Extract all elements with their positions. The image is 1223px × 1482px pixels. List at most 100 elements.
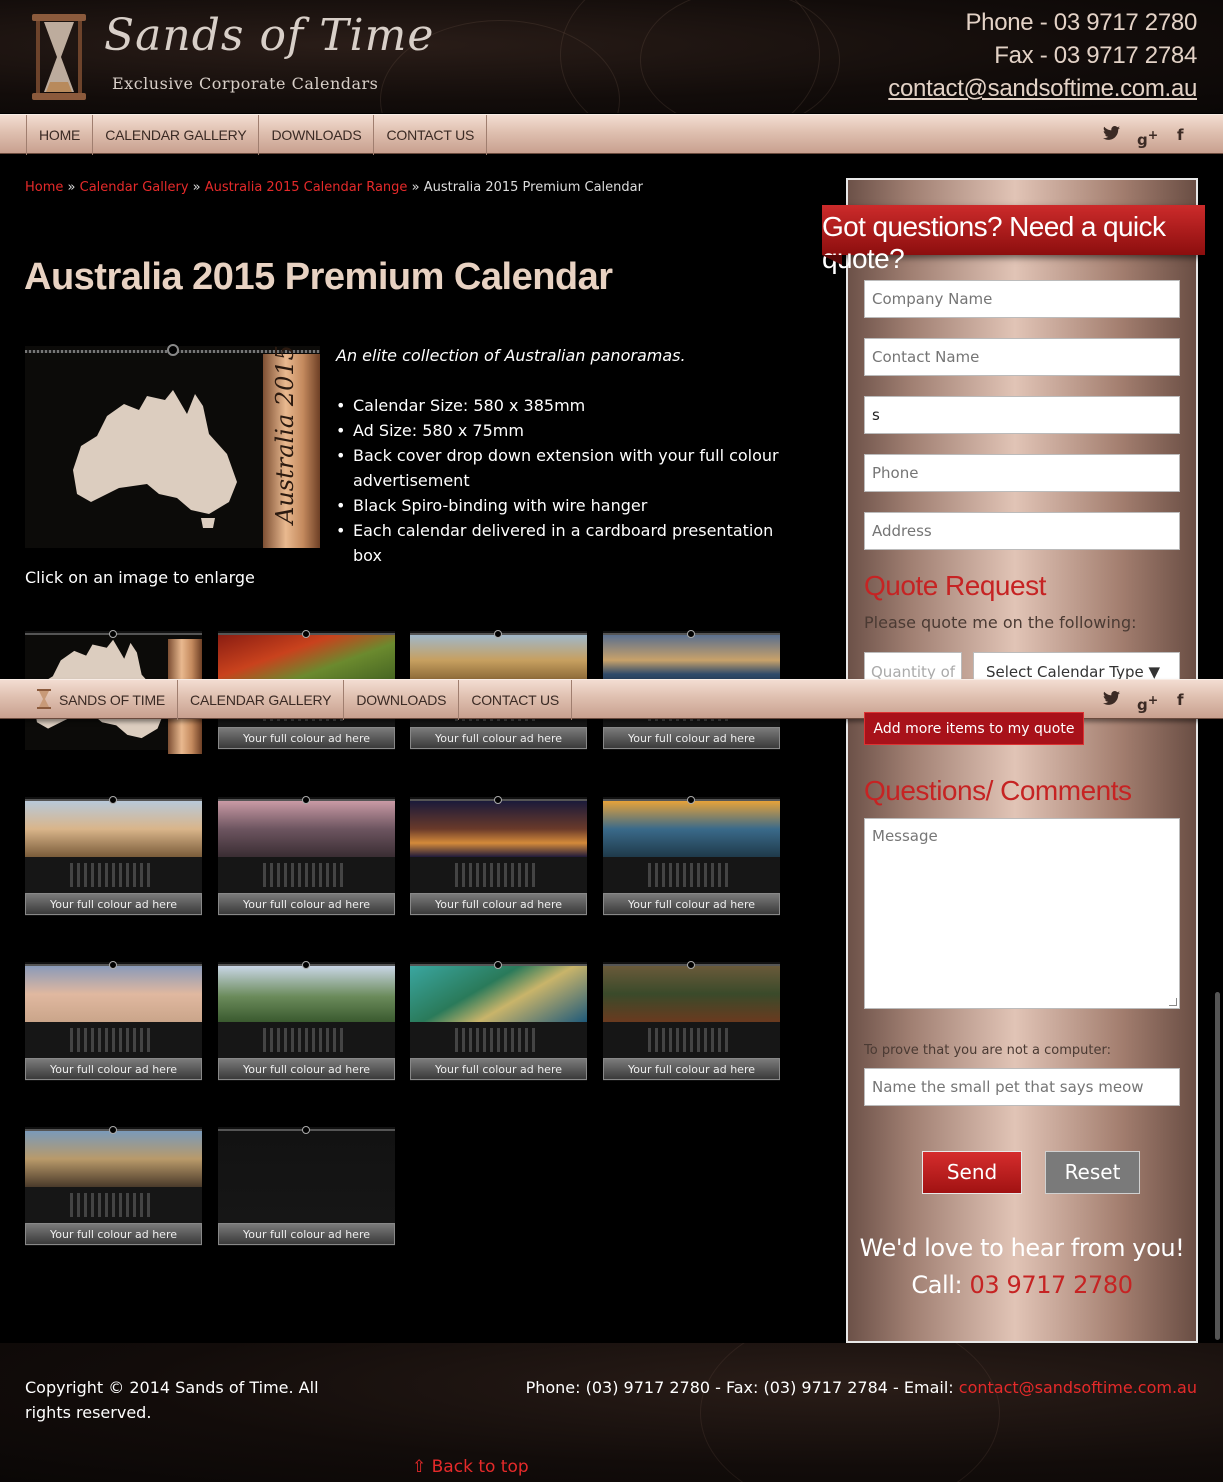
breadcrumb: Home » Calendar Gallery » Australia 2015… [25,180,643,195]
page-title: Australia 2015 Premium Calendar [24,256,613,298]
ad-placeholder-label: Your full colour ad here [218,727,395,749]
twitter-icon[interactable] [1103,115,1120,155]
ad-placeholder-label: Your full colour ad here [603,727,780,749]
header-email-link[interactable]: contact@sandsoftime.com.au [888,72,1197,105]
ad-placeholder-label: Your full colour ad here [25,893,202,915]
calendar-thumbnail[interactable]: Your full colour ad here [218,1126,395,1246]
header-phone: Phone - 03 9717 2780 [965,9,1197,36]
scrollbar-thumb[interactable] [1215,992,1220,1340]
header-contact: Phone - 03 9717 2780 Fax - 03 9717 2784 … [888,6,1197,105]
hanger-ring [109,796,117,804]
hanger-ring [687,630,695,638]
nav-home[interactable]: HOME [26,115,94,155]
quote-request-heading: Quote Request [864,570,1046,601]
nav-contact-us[interactable]: CONTACT US [374,115,488,155]
nav-calendar-gallery[interactable]: CALENDAR GALLERY [178,680,345,720]
thumbnail-photo [218,801,395,857]
contact-name-input[interactable] [864,338,1180,376]
calendar-cover-image[interactable]: Australia 2015 [25,344,320,548]
send-button[interactable]: Send [922,1151,1022,1194]
email-input[interactable] [864,396,1180,434]
hanger-ring [109,630,117,638]
calendar-grid [603,1022,780,1058]
thumbnail-photo [603,801,780,857]
google-plus-icon[interactable]: g+ [1137,680,1158,720]
footer-email-link[interactable]: contact@sandsoftime.com.au [959,1378,1197,1397]
breadcrumb-gallery-link[interactable]: Calendar Gallery [80,180,189,195]
ad-placeholder-label: Your full colour ad here [410,893,587,915]
calendar-thumbnail[interactable]: Your full colour ad here [218,961,395,1081]
hanger-ring [302,961,310,969]
nav-downloads[interactable]: DOWNLOADS [259,115,375,155]
thumbnail-photo [603,966,780,1022]
ad-placeholder-label: Your full colour ad here [25,1223,202,1245]
phone-input[interactable] [864,454,1180,492]
product-lead: An elite collection of Australian panora… [336,346,686,365]
cover-spine: Australia 2015 [263,345,320,548]
hanger-ring [494,961,502,969]
breadcrumb-separator: » [67,180,76,195]
calendar-thumbnail[interactable]: Your full colour ad here [25,796,202,916]
ad-placeholder-label: Your full colour ad here [25,1058,202,1080]
calendar-thumbnail[interactable]: Your full colour ad here [218,796,395,916]
thumbnail-photo [25,1131,202,1187]
calendar-thumbnail[interactable]: Your full colour ad here [603,961,780,1081]
reset-button[interactable]: Reset [1045,1151,1140,1194]
call-line: Call: 03 9717 2780 [848,1267,1196,1304]
australia-map-icon [73,390,237,528]
facebook-icon[interactable]: f [1177,680,1184,720]
calendar-grid [25,1187,202,1223]
breadcrumb-separator: » [192,180,201,195]
hourglass-logo-icon[interactable] [28,12,90,102]
facebook-icon[interactable]: f [1177,115,1184,155]
cover-spine-text: Australia 2015 [271,345,299,524]
breadcrumb-current: Australia 2015 Premium Calendar [423,180,643,195]
nav-sands-of-time[interactable]: SANDS OF TIME [26,680,179,720]
twitter-icon[interactable] [1103,680,1120,720]
thumbnail-photo [218,1131,395,1223]
calendar-thumbnail[interactable]: Your full colour ad here [603,796,780,916]
ad-placeholder-label: Your full colour ad here [603,1058,780,1080]
captcha-input[interactable] [864,1068,1180,1106]
calendar-grid [603,857,780,893]
resize-handle[interactable] [1169,998,1177,1006]
call-phone[interactable]: 03 9717 2780 [969,1271,1133,1299]
hanger-ring [302,796,310,804]
nav-contact-us[interactable]: CONTACT US [459,680,573,720]
thumbnail-photo [25,966,202,1022]
feature-item: Back cover drop down extension with your… [336,443,796,493]
back-to-top-link[interactable]: ⇧ Back to top [412,1457,529,1477]
google-plus-icon[interactable]: g+ [1137,115,1158,155]
feature-item: Each calendar delivered in a cardboard p… [336,518,796,568]
call-label: Call: [911,1271,963,1299]
ad-placeholder-label: Your full colour ad here [218,1058,395,1080]
logo-title[interactable]: Sands of Time [104,10,434,61]
copyright: Copyright © 2014 Sands of Time. All righ… [25,1378,319,1422]
footer-contact: Phone: (03) 9717 2780 - Fax: (03) 9717 2… [526,1375,1197,1400]
hanger-ring [302,1126,310,1134]
address-input[interactable] [864,512,1180,550]
quote-ribbon: Got questions? Need a quick quote? [822,205,1205,274]
hanger-ring [302,630,310,638]
nav-calendar-gallery[interactable]: CALENDAR GALLERY [93,115,260,155]
calendar-grid [410,857,587,893]
feature-list: Calendar Size: 580 x 385mm Ad Size: 580 … [336,393,796,568]
calendar-thumbnail[interactable]: Your full colour ad here [410,796,587,916]
nav-downloads[interactable]: DOWNLOADS [344,680,460,720]
calendar-thumbnail[interactable]: Your full colour ad here [25,961,202,1081]
add-more-items-button[interactable]: Add more items to my quote [864,712,1084,745]
header-fax: Fax - 03 9717 2784 [994,42,1197,69]
enlarge-note: Click on an image to enlarge [25,568,255,587]
quote-ribbon-text: Got questions? Need a quick quote? [822,211,1166,274]
breadcrumb-home-link[interactable]: Home [25,180,63,195]
love-line: We'd love to hear from you! [859,1234,1185,1262]
calendar-grid [25,857,202,893]
company-name-input[interactable] [864,280,1180,318]
hanger-ring [167,344,179,356]
calendar-thumbnail[interactable]: Your full colour ad here [410,961,587,1081]
message-textarea[interactable]: Message [864,818,1180,1009]
thumbnail-photo [218,966,395,1022]
hanger-ring [687,796,695,804]
breadcrumb-range-link[interactable]: Australia 2015 Calendar Range [205,180,408,195]
calendar-thumbnail[interactable]: Your full colour ad here [25,1126,202,1246]
